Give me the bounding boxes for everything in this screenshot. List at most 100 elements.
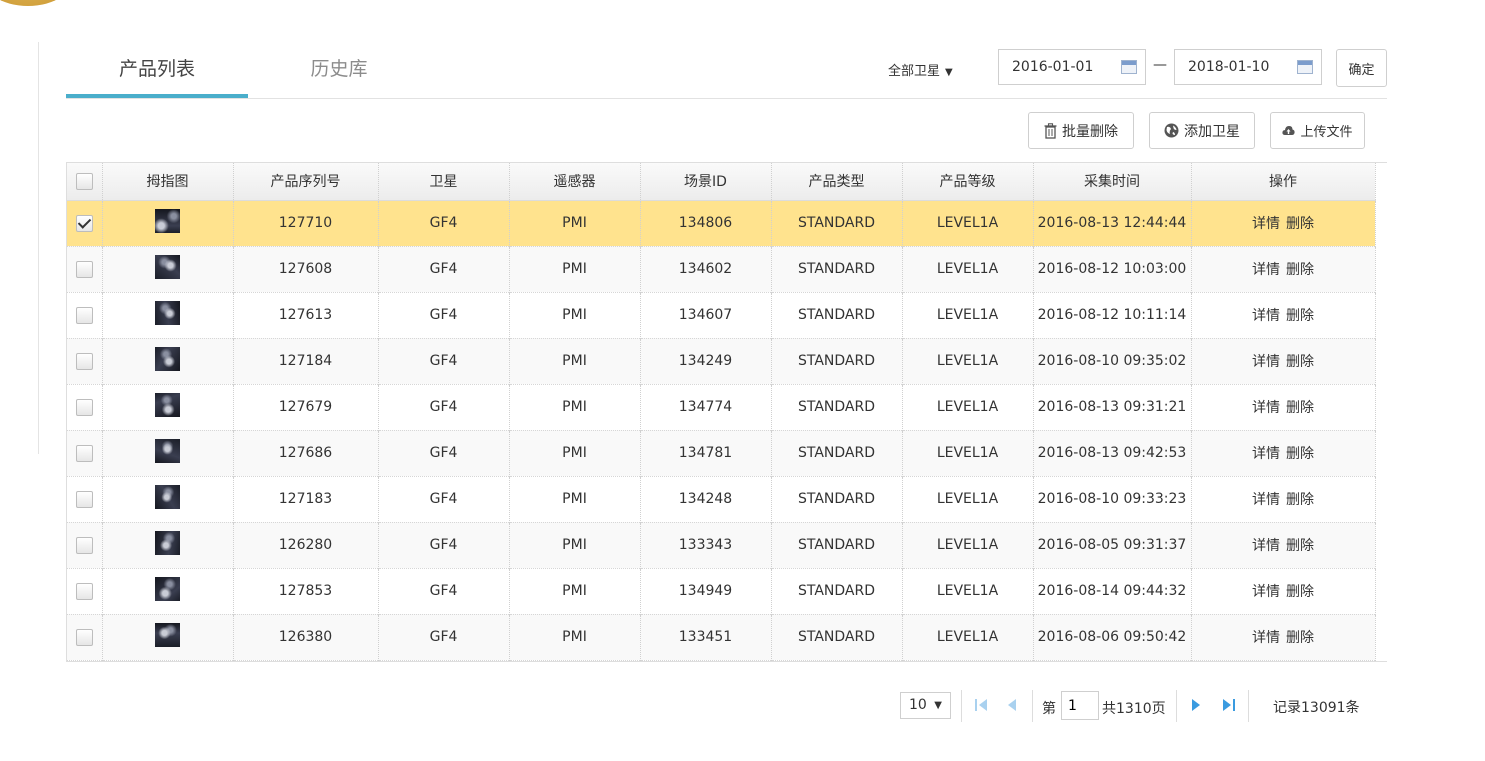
detail-link[interactable]: 详情 (1252, 492, 1280, 508)
confirm-button[interactable]: 确定 (1336, 49, 1387, 87)
satellite-cell: GF4 (378, 384, 510, 430)
batch-delete-button[interactable]: 批量删除 (1028, 112, 1134, 149)
delete-link[interactable]: 删除 (1286, 354, 1314, 370)
last-page-icon[interactable] (1222, 697, 1238, 715)
thumbnail-image[interactable] (155, 393, 180, 417)
calendar-icon[interactable] (1297, 60, 1313, 74)
satellite-select[interactable]: 全部卫星 ▼ (888, 60, 953, 79)
first-page-icon[interactable] (974, 697, 990, 715)
row-checkbox[interactable] (75, 536, 93, 554)
table-row[interactable]: 127686 GF4 PMI 134781 STANDARD LEVEL1A 2016-08… (67, 430, 1376, 476)
tab-product-list[interactable]: 产品列表 (66, 48, 248, 98)
select-all-checkbox[interactable] (75, 172, 93, 190)
detail-link[interactable]: 详情 (1252, 538, 1280, 554)
thumbnail-cell (102, 246, 234, 292)
scene-id-cell: 134781 (640, 430, 772, 476)
detail-link[interactable]: 详情 (1252, 446, 1280, 462)
table-row[interactable]: 127853 GF4 PMI 134949 STANDARD LEVEL1A 2016-08… (67, 568, 1376, 614)
row-select-cell (67, 200, 103, 246)
row-checkbox[interactable] (75, 352, 93, 370)
thumbnail-image[interactable] (155, 347, 180, 371)
date-from-input[interactable] (999, 50, 1130, 84)
delete-link[interactable]: 删除 (1286, 630, 1314, 646)
type-cell: STANDARD (771, 522, 903, 568)
detail-link[interactable]: 详情 (1252, 354, 1280, 370)
thumbnail-cell (102, 292, 234, 338)
detail-link[interactable]: 详情 (1252, 584, 1280, 600)
prev-page-icon[interactable] (1006, 697, 1022, 715)
thumbnail-cell (102, 200, 234, 246)
delete-link[interactable]: 删除 (1286, 584, 1314, 600)
date-from-field[interactable] (998, 49, 1146, 85)
thumbnail-image[interactable] (155, 577, 180, 601)
delete-link[interactable]: 删除 (1286, 446, 1314, 462)
row-checkbox[interactable] (75, 260, 93, 278)
tab-history[interactable]: 历史库 (248, 48, 430, 98)
globe-icon (1164, 123, 1179, 138)
time-cell: 2016-08-12 10:03:00 (1033, 246, 1192, 292)
delete-link[interactable]: 删除 (1286, 492, 1314, 508)
table-row[interactable]: 127184 GF4 PMI 134249 STANDARD LEVEL1A 2016-08… (67, 338, 1376, 384)
delete-link[interactable]: 删除 (1286, 216, 1314, 232)
next-page-icon[interactable] (1190, 697, 1206, 715)
satellite-cell: GF4 (378, 246, 510, 292)
row-checkbox[interactable] (75, 306, 93, 324)
scene-id-cell: 134602 (640, 246, 772, 292)
level-cell: LEVEL1A (902, 292, 1034, 338)
table-row[interactable]: 126380 GF4 PMI 133451 STANDARD LEVEL1A 2016-08… (67, 614, 1376, 660)
delete-link[interactable]: 删除 (1286, 262, 1314, 278)
thumbnail-image[interactable] (155, 301, 180, 325)
thumbnail-image[interactable] (155, 485, 180, 509)
table-header-row: 拇指图 产品序列号 卫星 遥感器 场景ID 产品类型 产品等级 采集时间 操作 (67, 163, 1376, 201)
row-select-cell (67, 522, 103, 568)
row-select-cell (67, 384, 103, 430)
satellite-cell: GF4 (378, 568, 510, 614)
trash-icon (1044, 122, 1057, 139)
table-row[interactable]: 127710 GF4 PMI 134806 STANDARD LEVEL1A 2016-08… (67, 200, 1376, 246)
serial-cell: 127710 (233, 200, 379, 246)
row-checkbox[interactable] (75, 398, 93, 416)
page-size-select[interactable]: 10 ▼ (900, 692, 951, 719)
row-checkbox[interactable] (75, 582, 93, 600)
page-number-input[interactable] (1061, 691, 1099, 720)
detail-link[interactable]: 详情 (1252, 308, 1280, 324)
row-select-cell (67, 292, 103, 338)
pager-divider (1176, 690, 1177, 722)
row-checkbox[interactable] (75, 628, 93, 646)
serial-cell: 127184 (233, 338, 379, 384)
thumbnail-image[interactable] (155, 209, 180, 233)
satellite-cell: GF4 (378, 200, 510, 246)
date-to-input[interactable] (1175, 50, 1306, 84)
thumbnail-image[interactable] (155, 623, 180, 647)
row-checkbox[interactable] (75, 490, 93, 508)
thumbnail-image[interactable] (155, 531, 180, 555)
thumbnail-image[interactable] (155, 439, 180, 463)
actions-cell: 详情 删除 (1191, 614, 1376, 660)
column-header: 遥感器 (509, 163, 641, 201)
type-cell: STANDARD (771, 476, 903, 522)
table-row[interactable]: 127613 GF4 PMI 134607 STANDARD LEVEL1A 2016-08… (67, 292, 1376, 338)
actions-cell: 详情 删除 (1191, 476, 1376, 522)
delete-link[interactable]: 删除 (1286, 308, 1314, 324)
delete-link[interactable]: 删除 (1286, 400, 1314, 416)
scene-id-cell: 133451 (640, 614, 772, 660)
scene-id-cell: 134806 (640, 200, 772, 246)
table-row[interactable]: 127183 GF4 PMI 134248 STANDARD LEVEL1A 2016-08… (67, 476, 1376, 522)
thumbnail-image[interactable] (155, 255, 180, 279)
table-row[interactable]: 127608 GF4 PMI 134602 STANDARD LEVEL1A 2016-08… (67, 246, 1376, 292)
table-row[interactable]: 127679 GF4 PMI 134774 STANDARD LEVEL1A 2016-08… (67, 384, 1376, 430)
date-to-field[interactable] (1174, 49, 1322, 85)
detail-link[interactable]: 详情 (1252, 262, 1280, 278)
add-satellite-button[interactable]: 添加卫星 (1149, 112, 1255, 149)
table-row[interactable]: 126280 GF4 PMI 133343 STANDARD LEVEL1A 2016-08… (67, 522, 1376, 568)
row-select-cell (67, 476, 103, 522)
calendar-icon[interactable] (1121, 60, 1137, 74)
sensor-cell: PMI (509, 522, 641, 568)
row-checkbox[interactable] (75, 444, 93, 462)
detail-link[interactable]: 详情 (1252, 216, 1280, 232)
detail-link[interactable]: 详情 (1252, 400, 1280, 416)
upload-file-button[interactable]: 上传文件 (1270, 112, 1365, 149)
delete-link[interactable]: 删除 (1286, 538, 1314, 554)
row-checkbox[interactable] (75, 214, 93, 232)
detail-link[interactable]: 详情 (1252, 630, 1280, 646)
